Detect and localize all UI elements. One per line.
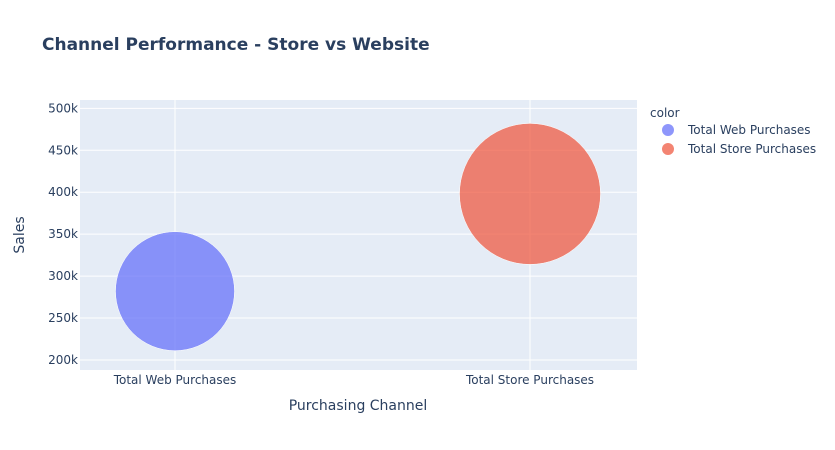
legend-marker[interactable]: [662, 143, 674, 155]
chart-title: Channel Performance - Store vs Website: [42, 35, 430, 55]
y-tick-label: 500k: [48, 101, 78, 115]
legend-marker[interactable]: [662, 124, 674, 136]
y-tick-label: 300k: [48, 269, 78, 283]
chart: Channel Performance - Store vs Website 2…: [12, 35, 816, 414]
bubble-point[interactable]: [115, 231, 235, 351]
x-tick-label: Total Web Purchases: [113, 373, 237, 387]
y-tick-label: 350k: [48, 227, 78, 241]
bubble-point[interactable]: [459, 123, 601, 265]
y-tick-label: 200k: [48, 353, 78, 367]
legend-title: color: [650, 106, 680, 120]
y-axis-title: Sales: [12, 216, 28, 253]
legend-item-label[interactable]: Total Store Purchases: [687, 142, 816, 156]
y-tick-label: 250k: [48, 311, 78, 325]
y-tick-label: 400k: [48, 185, 78, 199]
legend: color Total Web Purchases Total Store Pur…: [650, 106, 816, 156]
y-axis-ticks: 200k 250k 300k 350k 400k 450k 500k: [48, 101, 78, 367]
x-axis-ticks: Total Web Purchases Total Store Purchases: [113, 373, 594, 387]
x-axis-title: Purchasing Channel: [289, 398, 428, 414]
y-tick-label: 450k: [48, 143, 78, 157]
legend-item-label[interactable]: Total Web Purchases: [687, 123, 811, 137]
x-tick-label: Total Store Purchases: [465, 373, 594, 387]
